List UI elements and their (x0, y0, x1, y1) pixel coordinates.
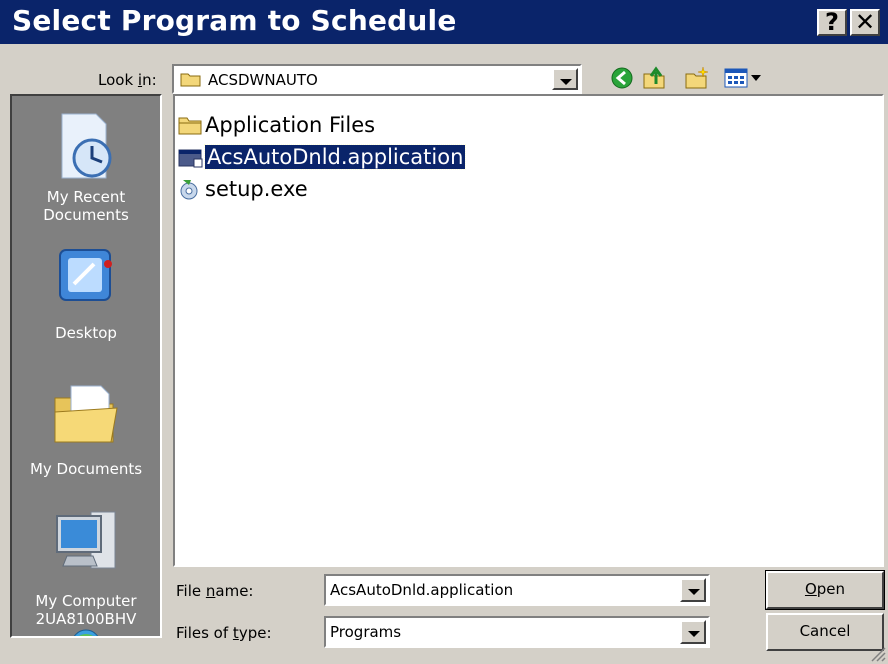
place-label: My Documents (29, 460, 143, 478)
back-icon[interactable] (610, 66, 634, 90)
folder-icon (180, 73, 201, 87)
view-menu-icon[interactable] (724, 66, 764, 90)
application-file-icon (178, 149, 203, 168)
my-computer-icon (56, 511, 116, 569)
my-network-places-icon[interactable] (58, 626, 114, 638)
file-list[interactable]: Application Files AcsAutoDnld.applicatio… (173, 94, 884, 567)
file-type-label: Files of type: (176, 624, 272, 642)
look-in-label: Look in: (98, 71, 157, 89)
file-name-label: File name: (176, 582, 254, 600)
place-my-recent-documents[interactable]: My Recent Documents (12, 110, 160, 224)
cancel-button[interactable]: Cancel (766, 613, 884, 651)
recent-documents-icon (61, 113, 112, 179)
place-label: My Recent Documents (43, 188, 129, 224)
up-one-level-icon[interactable] (642, 66, 668, 90)
place-label: Desktop (55, 324, 117, 342)
place-my-computer[interactable]: My Computer 2UA8100BHV (12, 506, 160, 628)
file-name: AcsAutoDnld.application (203, 144, 467, 170)
place-label: My Computer 2UA8100BHV (35, 592, 137, 628)
file-item-setup-exe[interactable]: setup.exe (177, 175, 308, 203)
my-documents-icon (54, 385, 118, 443)
places-bar: My Recent Documents Desktop My Documents… (10, 94, 162, 638)
file-name-value: AcsAutoDnld.application (330, 581, 514, 599)
help-button[interactable]: ? (817, 9, 847, 36)
file-name: Application Files (205, 113, 376, 137)
look-in-dropdown[interactable]: ACSDWNAUTO (172, 64, 582, 94)
file-name-input[interactable]: AcsAutoDnld.application (324, 574, 710, 606)
close-icon: ✕ (854, 8, 876, 36)
file-name-dropdown-arrow[interactable] (680, 578, 706, 602)
place-my-documents[interactable]: My Documents (12, 378, 160, 478)
file-item-acsautodnld-application[interactable]: AcsAutoDnld.application (177, 143, 467, 171)
close-button[interactable]: ✕ (850, 9, 880, 36)
file-type-dropdown-arrow[interactable] (680, 620, 706, 644)
new-folder-icon[interactable] (684, 66, 710, 90)
place-desktop[interactable]: Desktop (12, 244, 160, 342)
file-item-application-files[interactable]: Application Files (177, 111, 375, 139)
resize-grip-icon[interactable] (868, 644, 886, 662)
file-type-dropdown[interactable]: Programs (324, 616, 710, 648)
open-button[interactable]: Open (765, 570, 885, 610)
title-bar: Select Program to Schedule ? ✕ (0, 0, 888, 44)
dialog-title: Select Program to Schedule (12, 4, 457, 37)
folder-icon (178, 117, 202, 135)
look-in-value: ACSDWNAUTO (208, 71, 318, 89)
file-name: setup.exe (205, 177, 308, 201)
setup-exe-icon (180, 180, 198, 200)
desktop-icon (59, 249, 112, 301)
look-in-dropdown-arrow[interactable] (552, 68, 578, 90)
file-type-value: Programs (330, 623, 402, 641)
help-icon: ? (825, 8, 839, 36)
